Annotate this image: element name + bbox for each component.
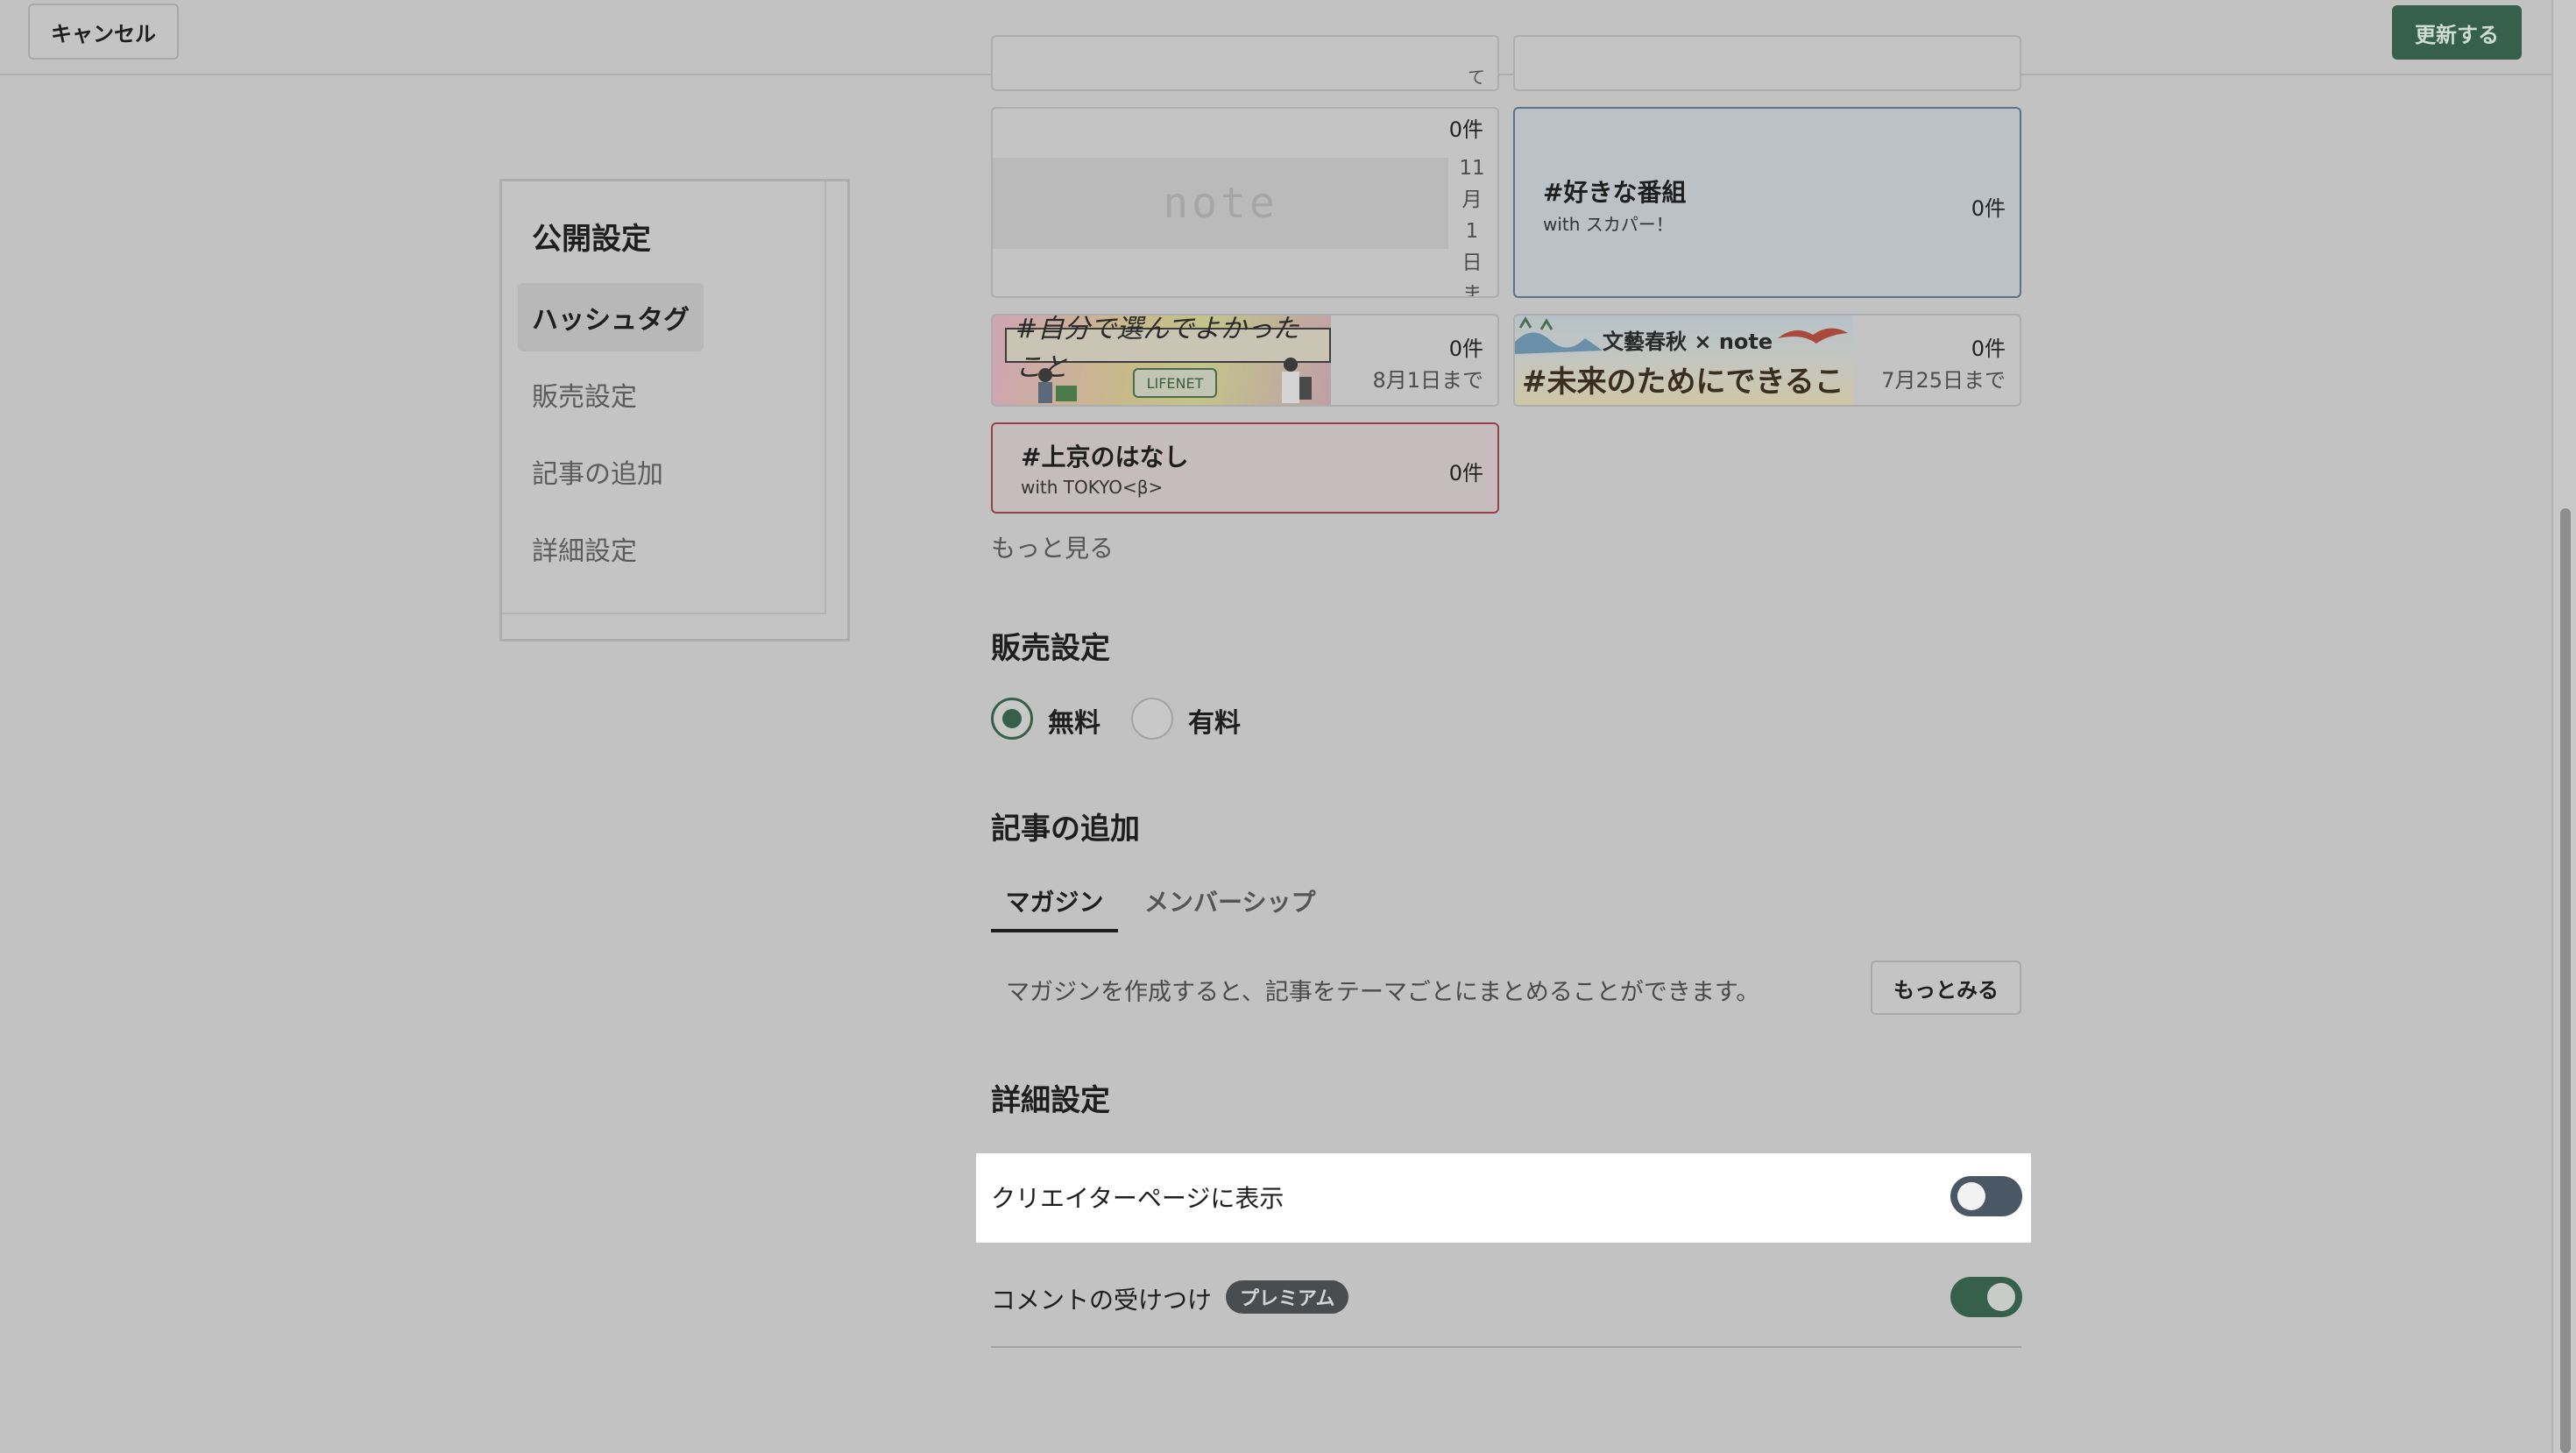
radio-free-label[interactable]: 無料 (1048, 701, 1100, 740)
comments-toggle[interactable] (1950, 1277, 2022, 1317)
magazine-more-button[interactable]: もっとみる (1871, 960, 2021, 1015)
hashtag-card-partial[interactable] (1513, 35, 2021, 91)
card-sponsor: with スカパー！ (1543, 214, 1674, 235)
sidebar-item-label: ハッシュタグ (532, 305, 690, 336)
note-logo: note (993, 158, 1448, 249)
magazine-description: マガジンを作成すると、記事をテーマごとにまとめることができます。 (1006, 979, 1760, 1006)
toggle-knob (1987, 1283, 2015, 1311)
campaign-banner-image: #自分で選んでよかったこと LIFENET (993, 315, 1331, 405)
creator-page-label: クリエイターページに表示 (991, 1184, 1284, 1213)
person-illustration-icon (1038, 368, 1077, 403)
sidebar-item-sales[interactable]: 販売設定 (518, 360, 651, 429)
update-button[interactable]: 更新する (2392, 5, 2522, 60)
sidebar-title: 公開設定 (532, 222, 651, 257)
card-partial-text: て (1468, 67, 1485, 88)
cancel-button[interactable]: キャンセル (28, 4, 179, 60)
deadline-char: 11 (1459, 157, 1485, 180)
hashtag-card-bunshun[interactable]: 文藝春秋 × note #未来のためにできること 0件 7月25日まで (1513, 314, 2021, 407)
sales-section-title: 販売設定 (991, 631, 1110, 666)
hashtag-card-tokyo[interactable]: #上京のはなし with TOKYO<β> 0件 (991, 422, 1499, 514)
sidebar-panel: 公開設定 ハッシュタグ 販売設定 記事の追加 詳細設定 (502, 181, 826, 614)
sidebar-item-add-article[interactable]: 記事の追加 (518, 437, 677, 506)
person-illustration-icon (1282, 358, 1312, 403)
sidebar-item-label: 販売設定 (532, 382, 637, 413)
card-count: 0件 (1971, 196, 2006, 221)
sidebar-item-label: 記事の追加 (532, 459, 663, 490)
tab-membership[interactable]: メンバーシップ (1144, 883, 1315, 932)
deadline-char: 日 (1461, 252, 1483, 274)
add-article-section-title: 記事の追加 (991, 812, 1140, 847)
card-count: 0件 (1448, 337, 1483, 361)
premium-badge: プレミアム (1226, 1280, 1349, 1314)
tab-magazine[interactable]: マガジン (991, 883, 1118, 932)
deadline-char: 月1 (1461, 188, 1483, 243)
hashtag-card-favorite-show[interactable]: #好きな番組 with スカパー！ 0件 (1513, 107, 2021, 298)
banner-head: 文藝春秋 × note (1603, 330, 1773, 354)
scrollbar-thumb[interactable] (2560, 508, 2571, 1453)
comments-label: コメントの受けつけ (991, 1286, 1213, 1315)
sidebar-item-hashtag[interactable]: ハッシュタグ (518, 283, 704, 351)
card-tag: #好きな番組 (1543, 178, 1687, 207)
radio-paid-label[interactable]: 有料 (1188, 701, 1241, 740)
card-sponsor: with TOKYO<β> (1021, 477, 1164, 498)
card-count: 0件 (1448, 461, 1483, 486)
card-deadline: 7月25日まで (1881, 368, 2006, 393)
banner-tag: #未来のためにできること (1522, 365, 1844, 400)
radio-free[interactable] (991, 698, 1033, 740)
bird-illustration-icon (1778, 328, 1848, 344)
hashtag-card-note[interactable]: note 0件 11 月1 日 ま で (991, 107, 1499, 298)
campaign-banner-image: 文藝春秋 × note #未来のためにできること (1515, 315, 1853, 405)
card-deadline: 8月1日まで (1372, 368, 1483, 393)
sidebar-item-label: 詳細設定 (532, 536, 637, 567)
card-tag: #上京のはなし (1021, 443, 1189, 471)
toggle-knob (1957, 1182, 1985, 1210)
creator-page-row: クリエイターページに表示 (976, 1153, 2031, 1243)
page: キャンセル 更新する 公開設定 ハッシュタグ 販売設定 記事の追加 詳細設定 て… (0, 0, 2576, 1453)
sidebar-item-details[interactable]: 詳細設定 (518, 514, 651, 583)
wave-illustration-icon (1515, 316, 1603, 354)
deadline-char: ま (1461, 283, 1483, 298)
card-deadline: 11 月1 日 ま で (1459, 152, 1485, 298)
card-count: 0件 (1971, 337, 2006, 361)
show-more-link[interactable]: もっと見る (991, 529, 1114, 564)
hashtag-card-lifenet[interactable]: #自分で選んでよかったこと LIFENET 0件 8月1日まで (991, 314, 1499, 407)
scrollbar-track[interactable] (2551, 0, 2576, 1453)
divider (991, 1346, 2021, 1348)
radio-paid[interactable] (1131, 698, 1173, 740)
hashtag-card-partial[interactable]: て (991, 35, 1499, 91)
card-count: 0件 (1448, 117, 1483, 142)
details-section-title: 詳細設定 (991, 1083, 1110, 1118)
settings-sidebar: 公開設定 ハッシュタグ 販売設定 記事の追加 詳細設定 (499, 179, 850, 641)
creator-page-toggle[interactable] (1950, 1176, 2022, 1216)
lifenet-logo: LIFENET (1133, 368, 1217, 398)
